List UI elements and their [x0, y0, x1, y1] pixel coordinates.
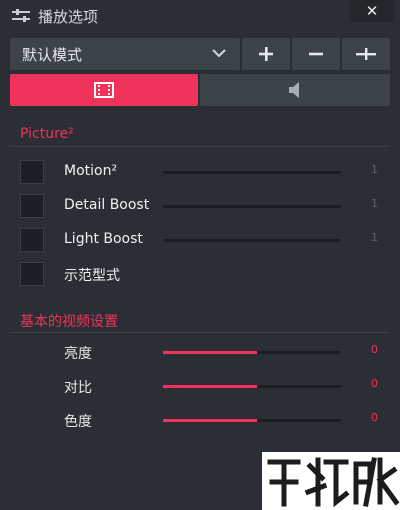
speaker-icon: [289, 82, 299, 98]
preset-value: 默认模式: [22, 46, 83, 64]
window-title: 播放选项: [38, 8, 99, 26]
contrast-label: 对比: [64, 380, 92, 396]
add-preset-button[interactable]: [242, 38, 290, 70]
remove-preset-button[interactable]: [292, 38, 340, 70]
setting-row-motion: Motion² 1: [0, 160, 400, 188]
title-bar: 播放选项 ✕: [0, 0, 400, 32]
brightness-label: 亮度: [64, 346, 92, 362]
film-icon: [94, 82, 114, 98]
detail-boost-checkbox[interactable]: [20, 194, 44, 218]
brightness-value: 0: [371, 343, 378, 356]
setting-row-detail-boost: Detail Boost 1: [0, 194, 400, 222]
preset-options-button[interactable]: [342, 38, 390, 70]
plus-icon: [259, 47, 273, 61]
contrast-slider[interactable]: [163, 385, 341, 388]
light-boost-value: 1: [371, 231, 378, 244]
demo-mode-checkbox[interactable]: [20, 262, 44, 286]
sliders-icon: [12, 9, 30, 22]
demo-mode-label: 示范型式: [64, 268, 120, 284]
setting-row-light-boost: Light Boost 1: [0, 228, 400, 256]
saturation-slider[interactable]: [163, 419, 341, 422]
light-boost-slider[interactable]: [163, 239, 341, 242]
brightness-slider[interactable]: [163, 351, 341, 354]
detail-boost-slider[interactable]: [163, 205, 341, 208]
split-icon: [356, 48, 376, 60]
setting-row-contrast: 对比 0: [0, 374, 400, 402]
tab-video[interactable]: [10, 74, 198, 106]
detail-boost-value: 1: [371, 197, 378, 210]
contrast-value: 0: [371, 377, 378, 390]
saturation-value: 0: [371, 411, 378, 424]
detail-boost-label: Detail Boost: [64, 197, 150, 213]
contrast-slider-fill: [163, 385, 258, 388]
setting-row-brightness: 亮度 0: [0, 340, 400, 368]
motion-slider[interactable]: [163, 171, 341, 174]
saturation-label: 色度: [64, 414, 92, 430]
chevron-down-icon: [212, 49, 226, 58]
close-icon: ✕: [365, 2, 379, 20]
light-boost-label: Light Boost: [64, 231, 143, 247]
preset-dropdown[interactable]: 默认模式: [10, 38, 240, 70]
section-divider: [10, 146, 390, 147]
motion-value: 1: [371, 163, 378, 176]
tab-audio[interactable]: [200, 74, 390, 106]
light-boost-checkbox[interactable]: [20, 228, 44, 252]
section-divider: [10, 332, 390, 333]
setting-row-saturation: 色度 0: [0, 408, 400, 436]
site-watermark-logo: [262, 452, 400, 510]
close-button[interactable]: ✕: [350, 0, 394, 22]
minus-icon: [309, 52, 323, 56]
brightness-slider-fill: [163, 351, 258, 354]
picture-section-title: Picture²: [20, 126, 74, 142]
saturation-slider-fill: [163, 419, 258, 422]
setting-row-demo-mode: 示范型式: [0, 262, 400, 290]
basic-section-title: 基本的视频设置: [20, 314, 118, 330]
motion-label: Motion²: [64, 163, 118, 179]
watermark-logo-icon: [267, 457, 400, 508]
motion-checkbox[interactable]: [20, 160, 44, 184]
